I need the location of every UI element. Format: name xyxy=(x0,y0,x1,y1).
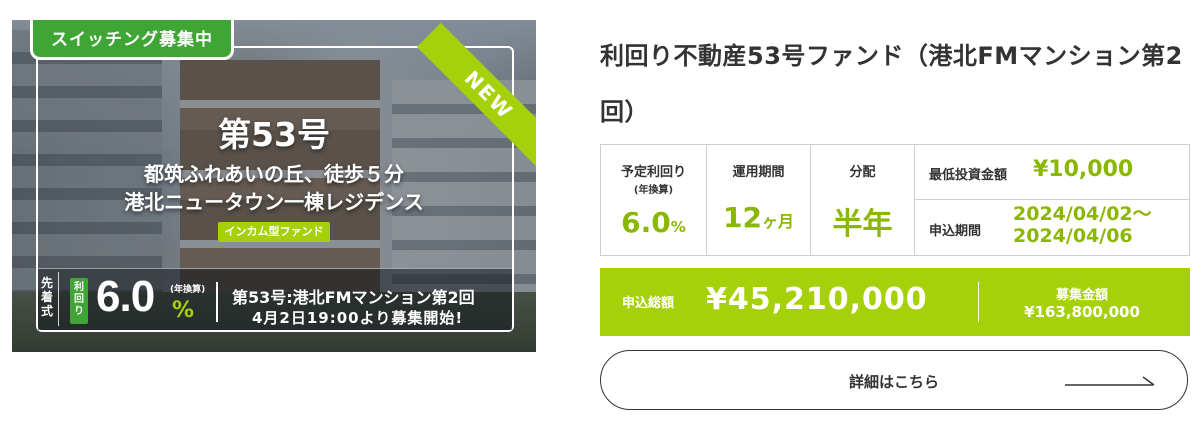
period-unit: ヶ月 xyxy=(761,212,794,231)
distribution-value: 半年 xyxy=(832,207,893,242)
banner-fund-number: 第53号 xyxy=(218,115,330,154)
goal-amount-label: 募集金額 xyxy=(1055,288,1108,303)
period-value: 12 xyxy=(723,201,762,234)
min-invest-row: 最低投資金額 ¥10,000 xyxy=(915,145,1189,200)
apply-period-row: 申込期間 2024/04/02〜 2024/04/06 xyxy=(915,200,1189,255)
yield-tag: 利回り xyxy=(70,278,88,324)
distribution-label: 分配 xyxy=(849,165,876,180)
total-divider xyxy=(978,282,979,322)
distribution-cell: 分配 半年 xyxy=(811,145,915,255)
banner-yield-unit: % xyxy=(172,298,195,323)
expected-yield-cell: 予定利回り (年換算) 6.0% xyxy=(601,145,707,255)
applied-total-label: 申込総額 xyxy=(622,296,675,311)
banner-yield-note: (年換算) xyxy=(170,285,206,295)
apply-period-start: 2024/04/02〜 xyxy=(1013,203,1152,225)
min-invest-value: ¥10,000 xyxy=(1033,157,1134,182)
banner-yield-value: 6.0 xyxy=(96,272,155,321)
fund-info-table: 予定利回り (年換算) 6.0% 運用期間 12ヶ月 分配 半年 最低投資金額 … xyxy=(600,144,1190,256)
expected-yield-unit: % xyxy=(670,218,686,236)
method-divider xyxy=(58,272,59,326)
banner-subtitle-line2: 港北ニュータウン一棟レジデンス xyxy=(124,190,424,214)
expected-yield-label: 予定利回り xyxy=(620,165,686,180)
min-invest-label: 最低投資金額 xyxy=(929,168,1008,183)
banner-info-line1: 第53号:港北FMマンション第2回 xyxy=(232,288,475,307)
fund-title: 利回り不動産53号ファンド（港北FMマンション第2回） xyxy=(600,42,1183,126)
banner-divider xyxy=(216,282,218,322)
invest-info-cell: 最低投資金額 ¥10,000 申込期間 2024/04/02〜 2024/04/… xyxy=(915,145,1189,255)
expected-yield-value: 6.0 xyxy=(621,206,671,239)
fundraising-total-bar: 申込総額 ¥45,210,000 募集金額 ¥163,800,000 xyxy=(600,268,1190,336)
detail-button[interactable]: 詳細はこちら xyxy=(600,350,1188,410)
apply-period-label: 申込期間 xyxy=(929,224,982,239)
apply-period-end: 2024/04/06 xyxy=(1013,225,1133,247)
arrow-right-icon xyxy=(1065,376,1155,386)
goal-amount-value: ¥163,800,000 xyxy=(1024,303,1140,321)
expected-yield-note: (年換算) xyxy=(633,185,674,196)
fund-banner-image[interactable]: スイッチング募集中 NEW 第53号 都筑ふれあいの丘、徒歩５分 港北ニュータウ… xyxy=(12,20,536,352)
applied-total-value: ¥45,210,000 xyxy=(706,282,928,317)
switching-badge: スイッチング募集中 xyxy=(30,20,234,60)
fund-type-tag: インカム型ファンド xyxy=(218,222,330,242)
period-cell: 運用期間 12ヶ月 xyxy=(707,145,811,255)
period-label: 運用期間 xyxy=(732,165,785,180)
banner-info-line2: 4月2日19:00より募集開始! xyxy=(252,309,464,327)
method-label: 先着式 xyxy=(40,276,53,318)
banner-subtitle-line1: 都筑ふれあいの丘、徒歩５分 xyxy=(144,162,404,186)
